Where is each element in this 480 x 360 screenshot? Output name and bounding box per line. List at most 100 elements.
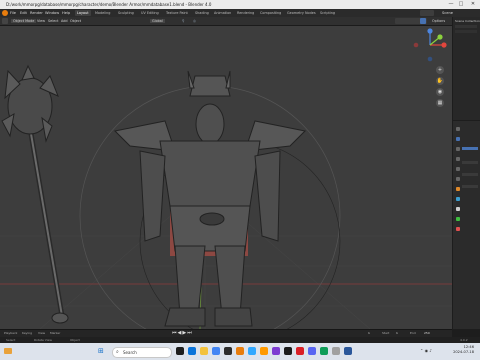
start-label: Start: [382, 331, 390, 335]
taskbar: ⊞ ⌕ Search ⌃ ◉ ♪ 12:46 2024-07-18: [0, 343, 480, 360]
output-tab-icon[interactable]: [456, 147, 460, 151]
menu-add[interactable]: Add: [61, 19, 68, 23]
viewport-canvas: [0, 64, 452, 329]
outliner-row[interactable]: [455, 25, 477, 28]
window-titlebar: D:/work/mmorpg/database/mmorpg/character…: [0, 0, 480, 9]
current-frame-field[interactable]: 1: [368, 331, 370, 335]
properties-panel: [453, 121, 480, 329]
property-field[interactable]: [462, 161, 478, 164]
illustrator-icon[interactable]: [260, 347, 268, 355]
solid-shading-icon[interactable]: [420, 18, 426, 24]
blender-taskbar-icon[interactable]: [236, 347, 244, 355]
file-explorer-icon[interactable]: [200, 347, 208, 355]
search-placeholder: Search: [123, 350, 137, 355]
tab-compositing[interactable]: Compositing: [258, 10, 283, 16]
scene-label: Scene: [442, 11, 453, 15]
playback-controls[interactable]: ⏮◀▶⏭: [172, 330, 193, 336]
timeline-keying-menu[interactable]: Keying: [22, 331, 32, 335]
mode-dropdown[interactable]: Object Mode: [11, 19, 37, 23]
minimize-button[interactable]: —: [446, 1, 456, 8]
property-field[interactable]: [462, 173, 478, 176]
chrome-icon[interactable]: [212, 347, 220, 355]
outliner-title: Scene Collection: [455, 19, 480, 23]
tab-texture-paint[interactable]: Texture Paint: [164, 10, 190, 16]
object-tab-icon[interactable]: [456, 187, 460, 191]
armor-mesh: [113, 70, 307, 327]
end-frame-field[interactable]: 250: [424, 331, 430, 335]
status-select: Select: [6, 338, 16, 342]
tab-uv-editing[interactable]: UV Editing: [139, 10, 161, 16]
app-icon[interactable]: [272, 347, 280, 355]
timeline-playback-menu[interactable]: Playback: [4, 331, 17, 335]
render-tab-icon[interactable]: [456, 137, 460, 141]
weather-widget-icon[interactable]: [4, 348, 12, 354]
property-field[interactable]: [462, 185, 478, 188]
tab-shading[interactable]: Shading: [193, 10, 211, 16]
menu-view[interactable]: View: [37, 19, 45, 23]
property-field[interactable]: [462, 147, 478, 150]
perspective-grid-icon[interactable]: ▦: [436, 99, 444, 107]
window-title: D:/work/mmorpg/database/mmorpg/character…: [6, 2, 212, 7]
tab-layout[interactable]: Layout: [75, 10, 91, 16]
clock[interactable]: 12:46 2024-07-18: [453, 345, 474, 355]
search-input[interactable]: ⌕ Search: [112, 347, 172, 358]
zoom-icon[interactable]: +: [436, 66, 444, 74]
transform-orientation-dropdown[interactable]: Global: [150, 19, 165, 23]
tool-tab-icon[interactable]: [456, 127, 460, 131]
scene-selector[interactable]: [420, 10, 434, 16]
mace-mesh: [1, 64, 69, 324]
menu-file[interactable]: File: [10, 11, 16, 15]
menu-help[interactable]: Help: [62, 11, 70, 15]
acrobat-icon[interactable]: [296, 347, 304, 355]
store-icon[interactable]: [224, 347, 232, 355]
world-tab-icon[interactable]: [456, 177, 460, 181]
navigation-gizmo[interactable]: [410, 28, 450, 62]
view-layer-tab-icon[interactable]: [456, 157, 460, 161]
tab-scripting[interactable]: Scripting: [318, 10, 337, 16]
timeline-view-menu[interactable]: View: [38, 331, 45, 335]
editor-type-icon[interactable]: [2, 18, 8, 24]
spreadsheet-icon[interactable]: [320, 347, 328, 355]
maximize-button[interactable]: □: [456, 1, 466, 8]
proportional-editing-icon[interactable]: ◎: [193, 19, 196, 23]
start-frame-field[interactable]: 1: [396, 331, 398, 335]
pan-hand-icon[interactable]: ✋: [436, 77, 444, 85]
scene-tab-icon[interactable]: [456, 167, 460, 171]
tab-sculpting[interactable]: Sculpting: [116, 10, 136, 16]
tab-modeling[interactable]: Modeling: [93, 10, 112, 16]
tab-rendering[interactable]: Rendering: [235, 10, 256, 16]
camera-icon[interactable]: ◉: [436, 88, 444, 96]
photoshop-icon[interactable]: [248, 347, 256, 355]
snap-icon[interactable]: ⚲: [182, 19, 184, 23]
material-tab-icon[interactable]: [456, 227, 460, 231]
end-label: End: [410, 331, 416, 335]
outliner-panel: Scene Collection: [453, 17, 480, 120]
options-dropdown[interactable]: Options: [432, 19, 445, 23]
menu-select[interactable]: Select: [48, 19, 58, 23]
modifier-tab-icon[interactable]: [456, 197, 460, 201]
edge-icon[interactable]: [188, 347, 196, 355]
start-icon[interactable]: ⊞: [98, 347, 104, 355]
menu-window[interactable]: Window: [45, 11, 59, 15]
timeline-marker-menu[interactable]: Marker: [50, 331, 60, 335]
task-view-icon[interactable]: [176, 347, 184, 355]
system-tray-icons[interactable]: ⌃ ◉ ♪: [420, 348, 432, 353]
tab-animation[interactable]: Animation: [212, 10, 233, 16]
menu-render[interactable]: Render: [30, 11, 43, 15]
settings-icon[interactable]: [332, 347, 340, 355]
particles-tab-icon[interactable]: [456, 207, 460, 211]
menu-object[interactable]: Object: [70, 19, 81, 23]
clock-date: 2024-07-18: [453, 350, 474, 354]
blender-logo-icon[interactable]: [2, 10, 8, 16]
word-icon[interactable]: [344, 347, 352, 355]
outliner-row[interactable]: [455, 30, 477, 33]
close-button[interactable]: ✕: [468, 1, 478, 8]
3d-viewport[interactable]: + ✋ ◉ ▦: [0, 26, 452, 329]
search-icon: ⌕: [116, 349, 119, 355]
tab-geometry-nodes[interactable]: Geometry Nodes: [285, 10, 318, 16]
terminal-icon[interactable]: [284, 347, 292, 355]
physics-tab-icon[interactable]: [456, 217, 460, 221]
discord-icon[interactable]: [308, 347, 316, 355]
menu-edit[interactable]: Edit: [20, 11, 27, 15]
status-object: Object: [70, 338, 80, 342]
